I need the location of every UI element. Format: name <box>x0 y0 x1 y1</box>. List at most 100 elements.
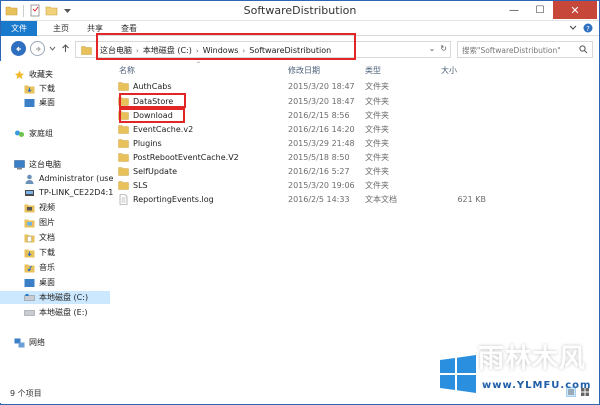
file-row[interactable]: Plugins 2015/3/29 21:48 文件夹 <box>112 137 598 150</box>
file-name: Plugins <box>133 139 162 148</box>
download-folder-icon <box>24 85 35 93</box>
address-bar-controls: ⌄ ↻ <box>429 44 447 53</box>
text-file-icon <box>119 194 128 205</box>
sidebar-item-documents[interactable]: 文档 <box>24 231 132 244</box>
sidebar-item-desktop-pc[interactable]: 桌面 <box>24 276 132 289</box>
file-type: 文件夹 <box>365 97 389 106</box>
network-device-icon <box>25 189 34 196</box>
search-input[interactable]: 搜索"SoftwareDistribution" <box>457 41 593 58</box>
file-type: 文件夹 <box>365 111 389 120</box>
folder-icon <box>118 153 129 162</box>
network-icon <box>14 338 25 347</box>
windows-logo-icon <box>440 355 476 393</box>
ribbon-right-controls: ? <box>569 23 593 33</box>
file-row[interactable]: SLS 2015/3/20 19:06 文件夹 <box>112 179 598 192</box>
search-placeholder: 搜索"SoftwareDistribution" <box>462 46 561 55</box>
file-date: 2015/3/20 18:47 <box>288 97 355 106</box>
document-folder-icon <box>24 234 35 242</box>
file-row[interactable]: PostRebootEventCache.V2 2015/5/18 8:50 文… <box>112 151 598 164</box>
file-date: 2016/2/16 5:27 <box>288 167 350 176</box>
file-row[interactable]: AuthCabs 2015/3/20 18:47 文件夹 <box>112 80 598 93</box>
address-highlight-box <box>96 33 356 60</box>
file-date: 2015/5/18 8:50 <box>288 153 350 162</box>
file-row[interactable]: SelfUpdate 2016/2/16 5:27 文件夹 <box>112 165 598 178</box>
sidebar-item-downloads-pc[interactable]: 下载 <box>24 246 132 259</box>
file-name: ReportingEvents.log <box>133 195 214 204</box>
up-arrow-icon[interactable] <box>61 44 70 53</box>
user-icon <box>25 174 34 184</box>
sidebar-item-network[interactable]: 网络 <box>14 336 122 349</box>
minimize-button[interactable]: — <box>501 1 527 19</box>
file-date: 2015/3/20 19:06 <box>288 181 355 190</box>
folder-icon <box>118 181 129 190</box>
sidebar-item-pictures[interactable]: 图片 <box>24 216 132 229</box>
item-count: 9 个项目 <box>10 389 42 398</box>
sidebar-item-drive-e[interactable]: 本地磁盘 (E:) <box>24 306 132 319</box>
picture-folder-icon <box>24 219 35 227</box>
video-folder-icon <box>24 204 35 212</box>
file-type: 文件夹 <box>365 125 389 134</box>
desktop-icon <box>24 278 35 287</box>
file-date: 2015/3/29 21:48 <box>288 139 355 148</box>
star-icon <box>14 70 25 79</box>
datastore-highlight-box <box>119 93 186 108</box>
refresh-icon[interactable]: ↻ <box>440 44 447 53</box>
file-date: 2015/3/20 18:47 <box>288 82 355 91</box>
sidebar-item-favorites[interactable]: 收藏夹 <box>14 68 122 81</box>
navigation-pane: 收藏夹 下载 桌面 家庭组 这台电脑 Administrator (use TP… <box>0 61 113 383</box>
search-icon[interactable] <box>579 45 588 54</box>
file-type: 文件夹 <box>365 181 389 190</box>
file-name: SelfUpdate <box>133 167 178 176</box>
download-folder-icon <box>24 249 35 257</box>
title-bar: SoftwareDistribution — ☐ ✕ <box>1 1 599 21</box>
column-header-date[interactable]: 修改日期 <box>288 65 320 76</box>
file-name: PostRebootEventCache.V2 <box>133 153 239 162</box>
svg-text:?: ? <box>586 25 590 33</box>
column-header-name[interactable]: 名称 <box>119 65 135 76</box>
arrow-left-icon <box>15 46 21 51</box>
forward-button[interactable] <box>30 41 45 56</box>
sidebar-item-drive-c[interactable]: 本地磁盘 (C:) <box>0 291 110 304</box>
folder-icon <box>118 139 129 148</box>
file-row[interactable]: ReportingEvents.log 2016/2/5 14:33 文本文档 … <box>112 193 598 206</box>
sort-indicator-icon: ⌃ <box>196 61 202 68</box>
drive-icon <box>24 309 35 316</box>
watermark-brand: 雨林木风 <box>478 344 587 374</box>
watermark-url: www.YLMFU.com <box>482 380 592 391</box>
maximize-button[interactable]: ☐ <box>527 1 553 19</box>
sidebar-item-homegroup[interactable]: 家庭组 <box>14 127 122 140</box>
file-date: 2016/2/5 14:33 <box>288 195 350 204</box>
watermark: 雨林木风 www.YLMFU.com <box>438 332 598 404</box>
file-size: 621 KB <box>457 195 486 204</box>
file-name: EventCache.v2 <box>133 125 194 134</box>
window-controls: — ☐ ✕ <box>501 1 597 19</box>
tab-home[interactable]: 主页 <box>45 21 77 36</box>
recent-locations-icon[interactable] <box>49 45 56 52</box>
chevron-down-icon[interactable]: ⌄ <box>429 44 436 53</box>
tab-file[interactable]: 文件 <box>1 21 37 36</box>
computer-icon <box>14 159 25 169</box>
file-type: 文件夹 <box>365 167 389 176</box>
sidebar-item-this-pc[interactable]: 这台电脑 <box>14 158 122 171</box>
folder-icon <box>118 167 129 176</box>
folder-icon <box>118 125 129 134</box>
file-date: 2016/2/15 8:56 <box>288 111 350 120</box>
file-type: 文件夹 <box>365 139 389 148</box>
file-name: AuthCabs <box>133 82 172 91</box>
drive-icon <box>24 293 35 301</box>
expand-ribbon-icon[interactable] <box>569 24 577 32</box>
help-icon[interactable]: ? <box>583 23 593 33</box>
desktop-icon <box>24 98 35 107</box>
file-type: 文件夹 <box>365 82 389 91</box>
arrow-right-icon <box>35 46 41 51</box>
sidebar-item-music[interactable]: 音乐 <box>24 261 132 274</box>
column-header-type[interactable]: 类型 <box>365 65 381 76</box>
column-header-size[interactable]: 大小 <box>441 65 457 76</box>
file-date: 2016/2/16 14:20 <box>288 125 355 134</box>
file-row[interactable]: EventCache.v2 2016/2/16 14:20 文件夹 <box>112 123 598 136</box>
folder-icon <box>81 46 92 55</box>
file-type: 文件夹 <box>365 153 389 162</box>
folder-icon <box>118 82 129 91</box>
close-button[interactable]: ✕ <box>553 1 597 19</box>
back-button[interactable] <box>11 41 26 56</box>
